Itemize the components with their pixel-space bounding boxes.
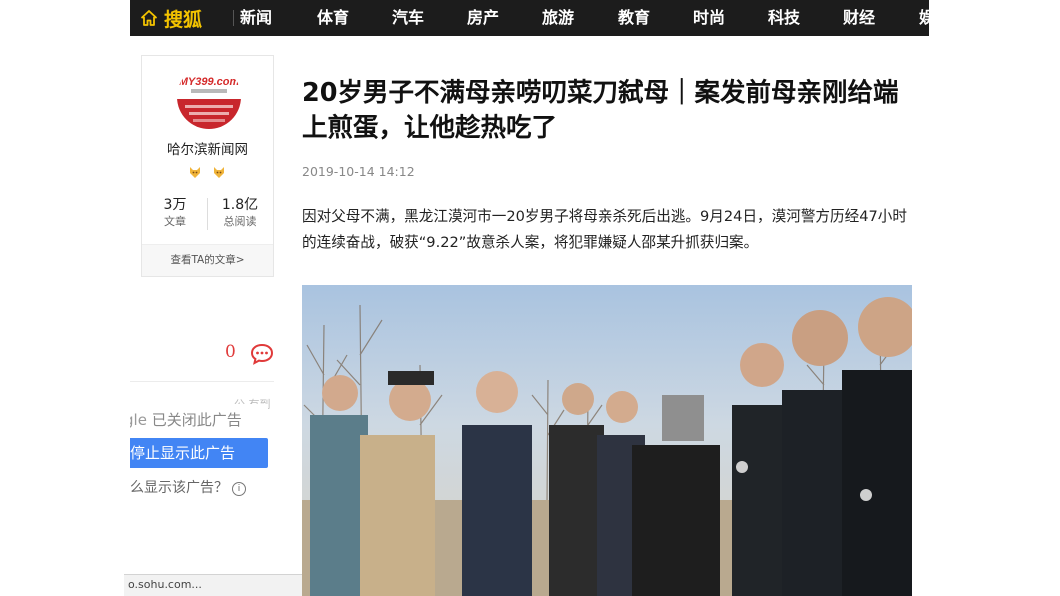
author-card: MY399.com 哈尔滨新闻网 3万 文章 1.8亿 总阅读 查看TA的文章> (141, 55, 274, 277)
stat-reads: 1.8亿 总阅读 (209, 196, 271, 230)
nav-item-news[interactable]: 新闻 (240, 0, 272, 36)
ad-closed-overlay: gle 已关闭此广告 停止显示此广告 么显示该广告？ i (130, 404, 268, 502)
nav-item-entertainment[interactable]: 娱 (919, 0, 929, 36)
google-fragment: gle (130, 411, 147, 429)
nav-item-tech[interactable]: 科技 (768, 0, 800, 36)
avatar-logo-text: MY399.com (179, 76, 240, 88)
nav-item-auto[interactable]: 汽车 (392, 0, 424, 36)
article-date: 2019-10-14 14:12 (302, 164, 415, 179)
author-badges (142, 164, 273, 183)
stat-articles-label: 文章 (164, 215, 186, 228)
comment-bubble-icon[interactable] (250, 343, 274, 365)
article-lead-paragraph: 因对父母不满，黑龙江漠河市一20岁男子将母亲杀死后出逃。9月24日，漠河警方历经… (302, 208, 907, 251)
nav-item-sports[interactable]: 体育 (317, 0, 349, 36)
avatar[interactable]: MY399.com (177, 65, 241, 129)
news-photo-image (302, 285, 912, 596)
avatar-logo-image: MY399.com (177, 65, 241, 129)
top-nav-bar: 搜狐 新闻 体育 汽车 房产 旅游 教育 时尚 科技 财经 娱 (130, 0, 929, 36)
nav-item-education[interactable]: 教育 (618, 0, 650, 36)
view-author-articles-link[interactable]: 查看TA的文章> (142, 244, 273, 276)
ad-closed-text: 已关闭此广告 (151, 411, 242, 429)
why-this-ad-text: 么显示该广告？ (130, 480, 228, 496)
home-icon (141, 10, 157, 26)
stat-articles: 3万 文章 (144, 196, 206, 230)
article-title: 20岁男子不满母亲唠叨菜刀弑母｜案发前母亲刚给端上煎蛋，让他趁热吃了 (302, 78, 899, 143)
ad-closed-title: gle 已关闭此广告 (130, 409, 242, 430)
comment-count[interactable]: 0 (225, 342, 236, 362)
stat-reads-label: 总阅读 (223, 215, 257, 228)
sohu-logo[interactable]: 搜狐 (140, 0, 202, 36)
fox-badge-icons (189, 167, 224, 178)
logo-text: 搜狐 (164, 8, 203, 31)
article-photo (302, 285, 912, 596)
why-this-ad-link[interactable]: 么显示该广告？ i (130, 477, 246, 497)
info-icon: i (232, 482, 246, 496)
stat-divider (207, 198, 208, 230)
stat-articles-value: 3万 (163, 197, 187, 213)
author-name[interactable]: 哈尔滨新闻网 (142, 138, 273, 158)
stop-showing-ad-button[interactable]: 停止显示此广告 (130, 438, 268, 468)
sidebar-divider (130, 381, 274, 382)
nav-item-travel[interactable]: 旅游 (542, 0, 574, 36)
nav-item-fashion[interactable]: 时尚 (693, 0, 725, 36)
nav-item-realestate[interactable]: 房产 (467, 0, 499, 36)
stat-reads-value: 1.8亿 (221, 197, 259, 213)
logo-divider (233, 10, 234, 26)
nav-item-finance[interactable]: 财经 (843, 0, 875, 36)
